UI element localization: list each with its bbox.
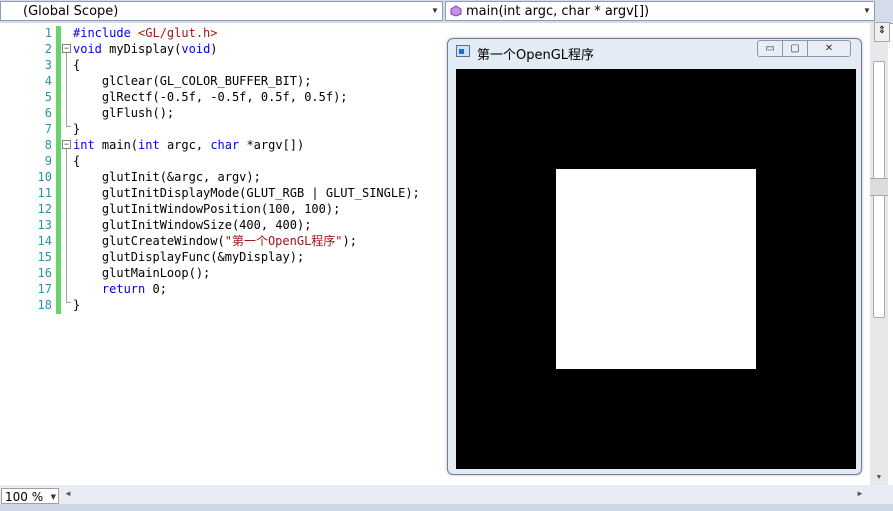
close-button[interactable]: ✕ — [807, 40, 851, 57]
line-number: 1 — [44, 26, 52, 40]
function-dropdown[interactable]: main(int argc, char * argv[]) ▼ — [445, 1, 875, 21]
line-number: 12 — [37, 202, 52, 216]
string-literal: "第一个OpenGL程序" — [224, 234, 343, 248]
opengl-window[interactable]: 第一个OpenGL程序 ▭ ▢ ✕ — [447, 38, 862, 475]
line-number: 16 — [37, 266, 52, 280]
line-number: 3 — [44, 58, 52, 72]
splitter-handle[interactable] — [870, 178, 888, 196]
code-line[interactable]: glutInitDisplayMode(GLUT_RGB | GLUT_SING… — [73, 185, 420, 201]
app-icon — [456, 45, 470, 57]
code-line[interactable]: { — [73, 153, 80, 169]
keyword: int — [73, 138, 95, 152]
line-number: 2 — [44, 42, 52, 56]
line-number: 5 — [44, 90, 52, 104]
scope-dropdown-value: (Global Scope) — [23, 4, 119, 19]
line-number: 14 — [37, 234, 52, 248]
keyword: void — [181, 42, 211, 56]
zoom-dropdown[interactable]: 100 % ▼ — [1, 488, 59, 504]
maximize-button[interactable]: ▢ — [782, 40, 808, 57]
code-line[interactable]: glutInitWindowPosition(100, 100); — [73, 201, 340, 217]
gl-canvas[interactable] — [456, 69, 856, 469]
outline-end — [66, 126, 71, 127]
scroll-left-icon[interactable]: ◄ — [64, 489, 72, 498]
keyword: void — [73, 42, 102, 56]
code-line[interactable]: } — [73, 297, 80, 313]
code-line[interactable]: glClear(GL_COLOR_BUFFER_BIT); — [73, 73, 312, 89]
line-number: 9 — [44, 154, 52, 168]
white-square — [556, 169, 756, 369]
collapse-icon[interactable]: − — [62, 140, 71, 149]
line-number: 15 — [37, 250, 52, 264]
collapse-icon[interactable]: − — [62, 44, 71, 53]
code-line[interactable]: glutMainLoop(); — [73, 265, 210, 281]
preprocessor-directive: #include — [73, 26, 131, 40]
line-number: 18 — [37, 298, 52, 312]
code-line[interactable]: } — [73, 121, 80, 137]
line-number: 11 — [37, 186, 52, 200]
code-text: *argv[]) — [239, 138, 305, 152]
method-icon — [450, 5, 462, 17]
code-text: 0; — [145, 282, 167, 296]
scroll-right-icon[interactable]: ► — [856, 489, 864, 498]
scope-dropdown[interactable]: (Global Scope) ▼ — [0, 1, 443, 21]
outline-line — [66, 149, 67, 302]
chevron-down-icon[interactable]: ▼ — [860, 2, 874, 20]
code-line[interactable]: glutCreateWindow("第一个OpenGL程序"); — [73, 233, 357, 249]
code-text: ) — [210, 42, 218, 56]
scroll-down-icon[interactable]: ▼ — [870, 471, 888, 485]
code-text: glutCreateWindow( — [73, 234, 225, 248]
line-number: 7 — [44, 122, 52, 136]
line-number: 10 — [37, 170, 52, 184]
vertical-scrollbar[interactable]: ▲ ▼ — [870, 23, 888, 485]
code-line[interactable]: glutDisplayFunc(&myDisplay); — [73, 249, 304, 265]
line-number: 13 — [37, 218, 52, 232]
code-text: main( — [94, 138, 139, 152]
outline-line — [66, 53, 67, 126]
code-line[interactable]: void myDisplay(void) — [73, 41, 218, 57]
code-text: myDisplay( — [101, 42, 182, 56]
code-line[interactable]: int main(int argc, char *argv[]) — [73, 137, 304, 153]
code-line[interactable]: glutInitWindowSize(400, 400); — [73, 217, 312, 233]
line-number: 17 — [37, 282, 52, 296]
line-number: 8 — [44, 138, 52, 152]
keyword: return — [101, 282, 146, 296]
code-line[interactable]: #include <GL/glut.h> — [73, 25, 218, 41]
chevron-down-icon[interactable]: ▼ — [51, 489, 56, 505]
code-line[interactable]: glFlush(); — [73, 105, 174, 121]
change-tracking-bar — [56, 26, 61, 314]
split-window-button[interactable]: ⇕ — [874, 22, 890, 42]
chevron-down-icon[interactable]: ▼ — [428, 2, 442, 20]
code-line[interactable]: return 0; — [73, 281, 167, 297]
code-line[interactable]: { — [73, 57, 80, 73]
zoom-value: 100 % — [5, 490, 44, 504]
code-line[interactable]: glRectf(-0.5f, -0.5f, 0.5f, 0.5f); — [73, 89, 348, 105]
line-number: 6 — [44, 106, 52, 120]
function-dropdown-value: main(int argc, char * argv[]) — [466, 4, 650, 19]
window-title: 第一个OpenGL程序 — [477, 48, 595, 63]
keyword: char — [210, 138, 240, 152]
outline-end — [66, 302, 71, 303]
code-text: ); — [342, 234, 357, 248]
code-text: argc, — [159, 138, 211, 152]
bottom-frame — [0, 504, 893, 511]
code-line[interactable]: glutInit(&argc, argv); — [73, 169, 261, 185]
line-number: 4 — [44, 74, 52, 88]
keyword: int — [138, 138, 160, 152]
minimize-button[interactable]: ▭ — [757, 40, 783, 57]
include-path: <GL/glut.h> — [138, 26, 218, 40]
navigation-bar: (Global Scope) ▼ main(int argc, char * a… — [0, 0, 893, 24]
